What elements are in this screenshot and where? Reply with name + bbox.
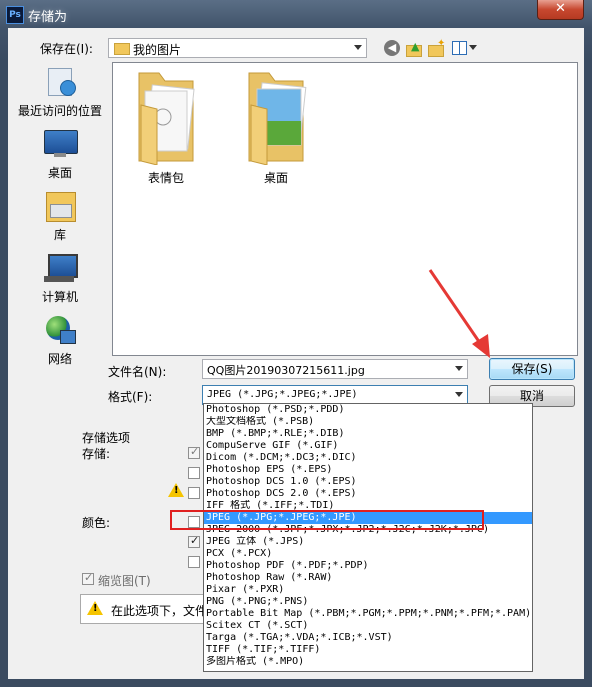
folder-name: 表情包 bbox=[147, 171, 184, 185]
format-option[interactable]: Pixar (*.PXR) bbox=[204, 584, 532, 596]
save-button[interactable]: 保存(S) bbox=[489, 358, 575, 380]
warning-icon bbox=[168, 483, 184, 497]
format-option[interactable]: PNG (*.PNG;*.PNS) bbox=[204, 596, 532, 608]
close-button[interactable]: ✕ bbox=[537, 0, 584, 20]
format-option[interactable]: BMP (*.BMP;*.RLE;*.DIB) bbox=[204, 428, 532, 440]
sidebar-item-label: 网络 bbox=[47, 352, 72, 366]
sidebar-item-label: 库 bbox=[53, 228, 66, 242]
sidebar-item-label: 最近访问的位置 bbox=[17, 104, 102, 118]
save-in-value: 我的图片 bbox=[133, 43, 182, 57]
folder-name: 桌面 bbox=[263, 171, 288, 185]
format-option[interactable]: Photoshop DCS 1.0 (*.EPS) bbox=[204, 476, 532, 488]
thumbnail-label: 缩览图(T) bbox=[98, 574, 151, 588]
format-option[interactable]: Targa (*.TGA;*.VDA;*.ICB;*.VST) bbox=[204, 632, 532, 644]
option-checkbox[interactable] bbox=[188, 556, 200, 568]
sidebar-item-recent[interactable]: 最近访问的位置 bbox=[12, 66, 108, 119]
window-title: 存储为 bbox=[28, 10, 68, 25]
warning-icon bbox=[87, 601, 103, 615]
folder-icon bbox=[248, 72, 307, 165]
option-checkbox[interactable] bbox=[188, 534, 200, 548]
filename-input[interactable]: QQ图片20190307215611.jpg bbox=[202, 359, 468, 379]
filename-value: QQ图片20190307215611.jpg bbox=[207, 364, 365, 377]
format-option[interactable]: Photoshop (*.PSD;*.PDD) bbox=[204, 404, 532, 416]
format-option[interactable]: Dicom (*.DCM;*.DC3;*.DIC) bbox=[204, 452, 532, 464]
chevron-down-icon bbox=[455, 366, 463, 371]
computer-icon bbox=[44, 252, 78, 284]
warning-panel: 在此选项下，文件 bbox=[80, 594, 210, 624]
folder-item[interactable]: 表情包 bbox=[121, 69, 211, 186]
option-checkbox[interactable] bbox=[188, 467, 200, 479]
network-icon bbox=[44, 314, 76, 346]
desktop-icon bbox=[44, 128, 78, 160]
format-option[interactable]: Photoshop EPS (*.EPS) bbox=[204, 464, 532, 476]
chevron-down-icon bbox=[455, 392, 463, 397]
libraries-icon bbox=[44, 190, 76, 222]
format-option[interactable]: Portable Bit Map (*.PBM;*.PGM;*.PPM;*.PN… bbox=[204, 608, 532, 620]
folder-item[interactable]: 桌面 bbox=[231, 69, 321, 186]
save-options-heading: 存储选项 bbox=[82, 431, 131, 445]
format-option[interactable]: TIFF (*.TIF;*.TIFF) bbox=[204, 644, 532, 656]
folder-icon bbox=[138, 72, 195, 165]
recent-places-icon bbox=[44, 66, 76, 98]
format-value: JPEG (*.JPG;*.JPEG;*.JPE) bbox=[207, 389, 358, 400]
format-dropdown-list[interactable]: Photoshop (*.PSD;*.PDD) 大型文档格式 (*.PSB) BMP… bbox=[203, 403, 533, 672]
format-option[interactable]: CompuServe GIF (*.GIF) bbox=[204, 440, 532, 452]
file-list-pane[interactable]: 表情包 桌面 bbox=[112, 62, 578, 356]
thumbnail-checkbox[interactable] bbox=[82, 571, 94, 585]
chevron-down-icon bbox=[354, 45, 362, 50]
back-icon[interactable]: ◀ bbox=[384, 40, 400, 56]
new-folder-icon[interactable]: ✦ bbox=[428, 38, 445, 57]
view-menu-icon[interactable] bbox=[452, 40, 478, 56]
format-label: 格式(F): bbox=[108, 390, 153, 404]
sidebar-item-label: 计算机 bbox=[41, 290, 78, 304]
filename-label: 文件名(N): bbox=[108, 365, 167, 379]
format-option[interactable]: PCX (*.PCX) bbox=[204, 548, 532, 560]
save-in-combo[interactable]: 我的图片 bbox=[108, 38, 367, 58]
format-option[interactable]: Photoshop DCS 2.0 (*.EPS) bbox=[204, 488, 532, 500]
sidebar-item-label: 桌面 bbox=[47, 166, 72, 180]
format-option[interactable]: JPEG 立体 (*.JPS) bbox=[204, 536, 532, 548]
sidebar-item-libraries[interactable]: 库 bbox=[12, 190, 108, 243]
up-folder-icon[interactable]: ▲ bbox=[406, 40, 422, 57]
format-option[interactable]: Photoshop PDF (*.PDF;*.PDP) bbox=[204, 560, 532, 572]
option-checkbox[interactable] bbox=[188, 487, 200, 499]
format-option[interactable]: Scitex CT (*.SCT) bbox=[204, 620, 532, 632]
sidebar-item-network[interactable]: 网络 bbox=[12, 314, 108, 367]
warning-text: 在此选项下，文件 bbox=[111, 604, 208, 618]
places-sidebar: 最近访问的位置 桌面 库 计算机 网络 bbox=[12, 62, 108, 384]
option-checkbox[interactable] bbox=[188, 445, 200, 459]
folder-small-icon bbox=[114, 43, 130, 55]
format-select[interactable]: JPEG (*.JPG;*.JPEG;*.JPE) bbox=[202, 385, 468, 405]
sidebar-item-desktop[interactable]: 桌面 bbox=[12, 128, 108, 181]
format-option[interactable]: 多图片格式 (*.MPO) bbox=[204, 656, 532, 668]
format-option[interactable]: 大型文档格式 (*.PSB) bbox=[204, 416, 532, 428]
save-label: 存储: bbox=[82, 447, 111, 461]
color-label: 颜色: bbox=[82, 516, 111, 530]
save-as-dialog: Ps 存储为 ✕ 保存在(I): 我的图片 ◀ ▲ ✦ 最近访问的位置 桌面 库… bbox=[0, 0, 592, 687]
sidebar-item-computer[interactable]: 计算机 bbox=[12, 252, 108, 305]
save-in-label: 保存在(I): bbox=[40, 42, 93, 56]
highlight-box bbox=[170, 510, 484, 530]
title-bar[interactable]: Ps 存储为 ✕ bbox=[0, 0, 592, 28]
format-option[interactable]: Photoshop Raw (*.RAW) bbox=[204, 572, 532, 584]
photoshop-app-icon: Ps bbox=[6, 6, 24, 24]
annotation-arrow-icon bbox=[428, 269, 490, 358]
